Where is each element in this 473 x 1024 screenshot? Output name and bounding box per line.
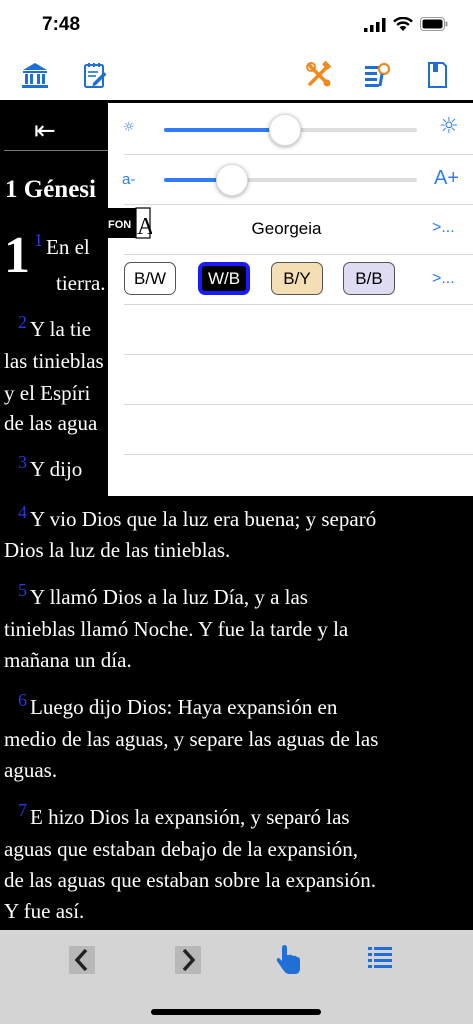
status-time: 7:48	[42, 14, 81, 35]
verse-line: de las agua	[4, 411, 98, 435]
brightness-slider-fill	[164, 128, 286, 132]
verse-line: y el Espíri	[4, 381, 91, 405]
font-smaller-label[interactable]: a-	[122, 171, 135, 188]
back-to-start-icon[interactable]: ⇤	[34, 116, 56, 146]
library-icon[interactable]	[20, 60, 50, 90]
bookmark-icon[interactable]	[422, 60, 452, 90]
verse-line: 5Y llamó Dios a la luz Día, y a las	[18, 580, 308, 609]
brightness-slider[interactable]	[164, 114, 417, 146]
search-text-icon[interactable]	[362, 60, 392, 90]
verse-line: medio de las aguas, y separe las aguas d…	[4, 727, 379, 751]
divider	[124, 254, 473, 255]
divider	[124, 354, 473, 355]
verse-line: 7E hizo Dios la expansión, y separó las	[18, 800, 350, 829]
verse-line: Dios la luz de las tinieblas.	[4, 538, 231, 562]
divider	[124, 304, 473, 305]
verse-line: aguas que estaban debajo de la expansión…	[4, 837, 358, 861]
font-more-link[interactable]: >...	[432, 219, 455, 237]
list-icon[interactable]	[368, 946, 392, 972]
status-bar: 7:48	[0, 0, 473, 50]
font-size-slider-thumb[interactable]	[216, 164, 249, 196]
verse-line: mañana un día.	[4, 648, 132, 672]
wifi-icon	[393, 17, 413, 31]
bottom-toolbar	[0, 930, 473, 1024]
theme-bb-button[interactable]: B/B	[343, 262, 395, 295]
theme-wb-button[interactable]: W/B	[198, 262, 250, 295]
prev-chevron-icon[interactable]	[69, 946, 95, 974]
font-size-slider[interactable]	[164, 164, 417, 196]
display-settings-popover: ☼ ☼ a- A+ FON A Georgeia >... B/W W/B B/…	[106, 103, 473, 496]
brightness-low-icon: ☼	[123, 120, 135, 135]
font-larger-label[interactable]: A+	[434, 167, 459, 190]
verse-line: Y fue así.	[4, 899, 85, 923]
notes-icon[interactable]	[80, 60, 110, 90]
verse-line: 6 Luego dijo Dios: Haya expansión en	[18, 690, 338, 719]
font-name[interactable]: Georgeia	[108, 219, 465, 239]
top-toolbar	[0, 50, 473, 100]
verse-line: 1 En el	[34, 230, 90, 259]
chapter-number: 1	[4, 227, 30, 284]
verse-line: tierra.	[56, 271, 106, 295]
divider	[4, 150, 108, 151]
home-indicator	[151, 1009, 321, 1015]
verse-line: 3Y dijo	[18, 452, 83, 481]
verse-line: tinieblas llamó Noche. Y fue la tarde y …	[4, 617, 349, 641]
book-title: 1 Génesi	[5, 176, 96, 203]
next-chevron-icon[interactable]	[175, 946, 201, 974]
tap-icon[interactable]	[275, 944, 303, 976]
verse-line: las tinieblas	[4, 349, 104, 373]
divider	[124, 404, 473, 405]
divider	[124, 204, 473, 205]
divider	[124, 154, 473, 155]
tools-icon[interactable]	[304, 60, 334, 90]
theme-bw-button[interactable]: B/W	[124, 262, 176, 295]
verse-line: 4Y vio Dios que la luz era buena; y sepa…	[18, 502, 377, 531]
divider	[124, 454, 473, 455]
verse-line: aguas.	[4, 758, 58, 782]
verse-line: de las aguas que estaban sobre la expans…	[4, 868, 377, 892]
brightness-high-icon: ☼	[439, 114, 459, 139]
brightness-slider-thumb[interactable]	[269, 114, 302, 146]
cellular-signal-icon	[364, 18, 386, 32]
theme-by-button[interactable]: B/Y	[271, 262, 323, 295]
theme-more-link[interactable]: >...	[432, 270, 455, 288]
verse-line: 2Y la tie	[18, 312, 92, 341]
battery-icon	[420, 17, 448, 31]
